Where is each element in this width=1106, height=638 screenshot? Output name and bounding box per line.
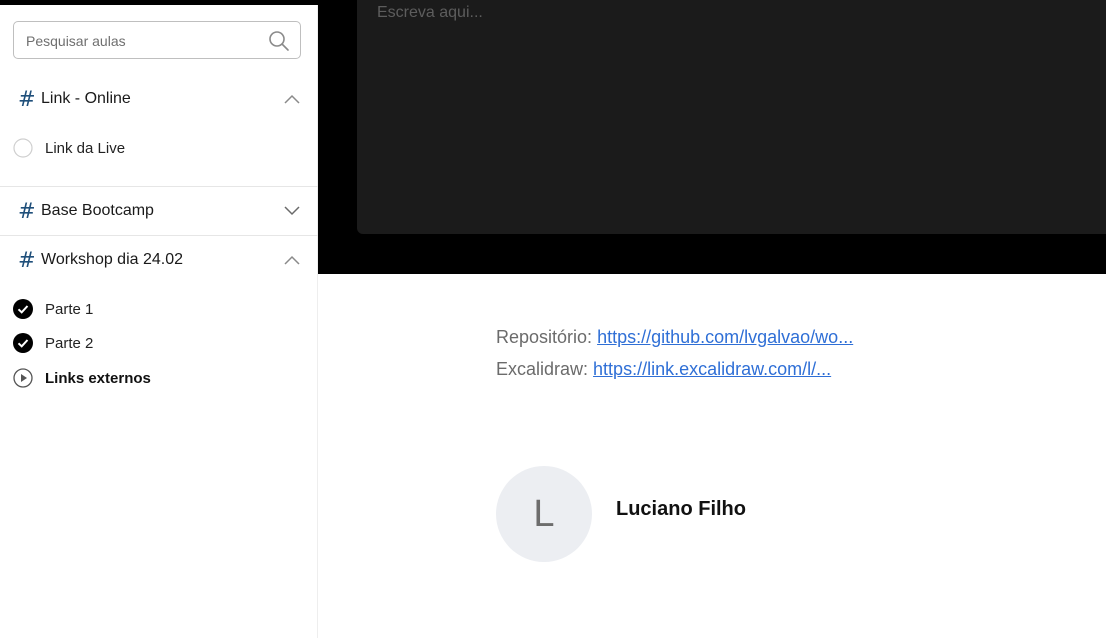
search-icon[interactable] — [268, 30, 290, 52]
not-started-circle-icon — [13, 138, 33, 158]
excalidraw-link[interactable]: https://link.excalidraw.com/l/... — [593, 359, 831, 379]
sidebar-top-bar — [0, 0, 318, 5]
section-title: Link - Online — [41, 90, 131, 107]
chevron-up-icon[interactable] — [282, 89, 302, 109]
sidebar: # Link - Online Link da Live # Base Boot… — [0, 0, 318, 638]
lesson-label: Parte 1 — [45, 300, 94, 318]
lesson-label: Links externos — [45, 369, 151, 387]
lesson-label: Parte 2 — [45, 334, 94, 352]
repository-label: Repositório: — [496, 327, 593, 347]
search-input[interactable] — [26, 31, 256, 51]
repository-link-line: Repositório: https://github.com/lvgalvao… — [496, 327, 853, 348]
chevron-up-icon[interactable] — [282, 250, 302, 270]
hash-icon: # — [18, 87, 36, 111]
hash-icon: # — [18, 248, 36, 272]
avatar: L — [496, 466, 592, 562]
repository-link[interactable]: https://github.com/lvgalvao/wo... — [597, 327, 853, 347]
chevron-down-icon[interactable] — [282, 201, 302, 221]
page: # Link - Online Link da Live # Base Boot… — [0, 0, 1106, 638]
section-header-link-online[interactable]: # Link - Online — [0, 75, 318, 123]
notes-panel — [357, 0, 1106, 234]
notes-textarea[interactable] — [377, 4, 1077, 204]
excalidraw-label: Excalidraw: — [496, 359, 589, 379]
lesson-item-parte-1[interactable]: Parte 1 — [0, 294, 318, 324]
completed-check-icon — [13, 299, 33, 319]
section-header-workshop[interactable]: # Workshop dia 24.02 — [0, 236, 318, 284]
completed-check-icon — [13, 333, 33, 353]
hash-icon: # — [18, 199, 36, 223]
excalidraw-link-line: Excalidraw: https://link.excalidraw.com/… — [496, 359, 831, 380]
section-title: Workshop dia 24.02 — [41, 251, 184, 268]
search-box[interactable] — [13, 21, 301, 59]
lesson-item-parte-2[interactable]: Parte 2 — [0, 328, 318, 358]
section-header-base-bootcamp[interactable]: # Base Bootcamp — [0, 187, 318, 235]
author-name: Luciano Filho — [616, 498, 746, 520]
play-circle-icon — [13, 368, 33, 388]
section-title: Base Bootcamp — [41, 202, 154, 219]
lesson-item-link-da-live[interactable]: Link da Live — [0, 133, 318, 163]
lesson-label: Link da Live — [45, 139, 126, 157]
lesson-item-links-externos[interactable]: Links externos — [0, 363, 318, 393]
